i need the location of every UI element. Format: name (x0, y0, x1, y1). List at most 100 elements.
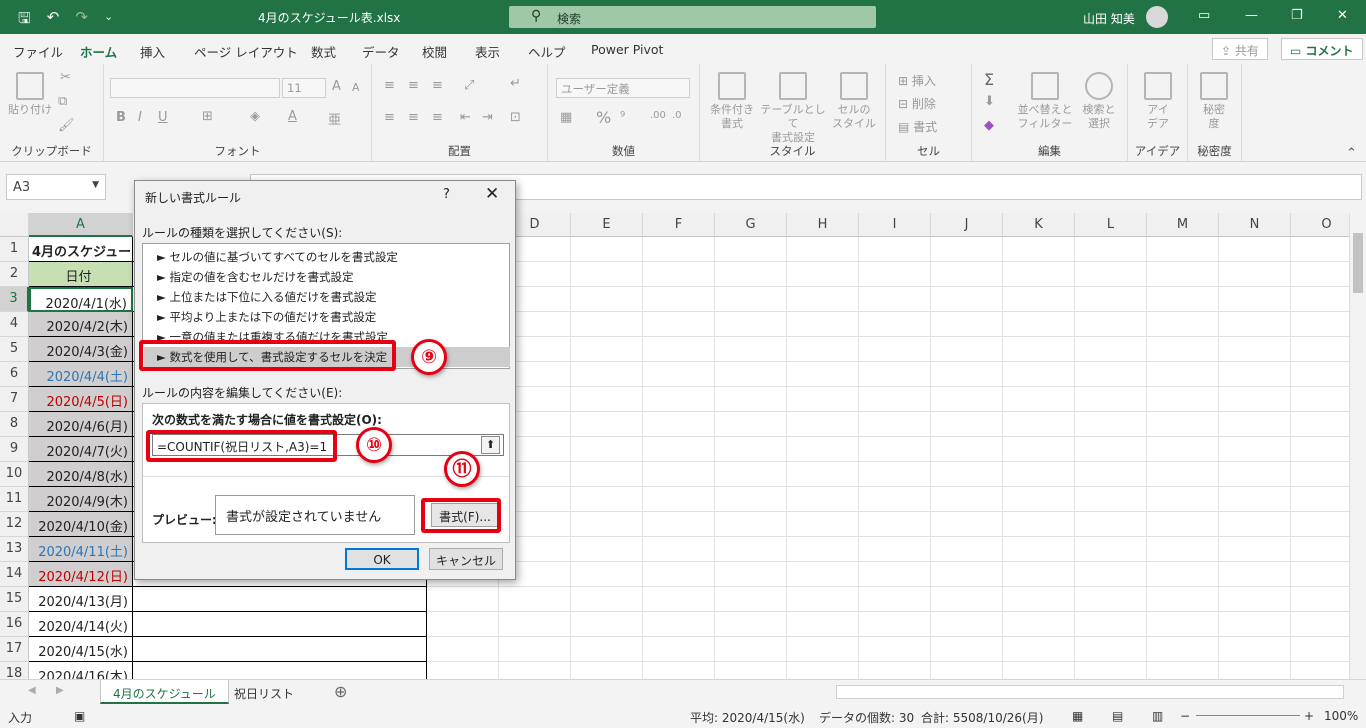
minimize-icon[interactable]: — (1245, 8, 1258, 23)
date-cell[interactable]: 2020/4/14(火) (29, 612, 133, 637)
user-name[interactable]: 山田 知美 (1083, 10, 1135, 27)
paste-button[interactable]: 貼り付け (8, 72, 52, 117)
comma-style-icon[interactable]: ⁹ (620, 110, 625, 125)
search-box[interactable]: ⚲ 検索 (509, 6, 876, 28)
row-header[interactable]: 6 (0, 362, 29, 387)
tab-home[interactable]: ホーム (80, 42, 118, 68)
column-header[interactable]: L (1075, 213, 1147, 237)
sensitivity-button[interactable]: 秘密 度 (1194, 72, 1234, 131)
column-header[interactable]: E (571, 213, 643, 237)
date-cell[interactable]: 2020/4/1(水) (29, 287, 133, 312)
row-header[interactable]: 11 (0, 487, 29, 512)
date-cell[interactable]: 2020/4/9(木) (29, 487, 133, 512)
orientation-icon[interactable]: ⤢ (464, 78, 474, 93)
collapse-ribbon-icon[interactable]: ⌃ (1346, 146, 1357, 161)
column-header[interactable]: K (1003, 213, 1075, 237)
column-header[interactable]: I (859, 213, 931, 237)
zoom-level[interactable]: 100% (1324, 709, 1358, 723)
row-header[interactable]: 14 (0, 562, 29, 587)
share-button[interactable]: ⇪ 共有 (1212, 38, 1268, 60)
date-cell[interactable]: 2020/4/12(日) (29, 562, 133, 587)
number-format-dropdown[interactable]: ユーザー定義 (556, 78, 690, 98)
font-color-icon[interactable]: A (288, 109, 297, 124)
font-name-dropdown[interactable] (110, 78, 280, 98)
comment-button[interactable]: ▭ コメント (1281, 38, 1363, 60)
date-cell[interactable]: 2020/4/4(土) (29, 362, 133, 387)
decrease-font-icon[interactable]: A (352, 81, 360, 94)
increase-indent-icon[interactable]: ⇥ (482, 110, 493, 125)
column-header[interactable]: N (1219, 213, 1291, 237)
rule-type-item[interactable]: ► 平均より上または下の値だけを書式設定 (150, 307, 510, 327)
accounting-format-icon[interactable]: ▦ (560, 110, 572, 125)
find-select-button[interactable]: 検索と 選択 (1076, 72, 1122, 131)
zoom-slider[interactable] (1196, 715, 1300, 716)
row-header[interactable]: 3 (0, 287, 29, 312)
align-right-icon[interactable]: ≡ (432, 110, 443, 125)
phonetic-icon[interactable]: 亜 (328, 109, 341, 128)
row-header[interactable]: 9 (0, 437, 29, 462)
merge-center-icon[interactable]: ⊡ (510, 110, 521, 125)
cancel-button[interactable]: キャンセル (429, 548, 503, 570)
sort-filter-button[interactable]: 並べ替えと フィルター (1016, 72, 1074, 131)
row-header[interactable]: 2 (0, 262, 29, 287)
fill-icon[interactable]: ⬇ (984, 94, 995, 109)
row-header[interactable]: 1 (0, 237, 29, 262)
format-as-table-button[interactable]: テーブルとして 書式設定 (758, 72, 828, 145)
insert-cells-button[interactable]: ⊞ 挿入 (898, 72, 936, 89)
rule-type-item[interactable]: ► セルの値に基づいてすべてのセルを書式設定 (150, 247, 510, 267)
date-cell[interactable]: 2020/4/13(月) (29, 587, 133, 612)
rule-type-item[interactable]: ► 指定の値を含むセルだけを書式設定 (150, 267, 510, 287)
align-bottom-icon[interactable]: ≡ (432, 78, 443, 93)
copy-icon[interactable]: ⧉ (58, 94, 67, 109)
page-break-view-icon[interactable]: ▥ (1152, 709, 1163, 723)
italic-icon[interactable]: I (138, 110, 142, 125)
window-title[interactable]: 4月のスケジュール表.xlsx (258, 9, 400, 26)
date-cell[interactable]: 2020/4/15(水) (29, 637, 133, 662)
date-cell[interactable]: 2020/4/10(金) (29, 512, 133, 537)
add-sheet-icon[interactable]: ⊕ (334, 682, 347, 701)
conditional-formatting-button[interactable]: 条件付き 書式 (704, 72, 760, 131)
tab-insert[interactable]: 挿入 (140, 42, 165, 61)
row-header[interactable]: 16 (0, 612, 29, 637)
avatar[interactable] (1146, 6, 1168, 28)
decrease-indent-icon[interactable]: ⇤ (460, 110, 471, 125)
percent-style-icon[interactable]: % (596, 108, 611, 127)
column-header[interactable]: O (1291, 213, 1349, 237)
normal-view-icon[interactable]: ▦ (1072, 709, 1083, 723)
increase-font-icon[interactable]: A (332, 79, 341, 94)
tab-data[interactable]: データ (362, 42, 400, 61)
borders-icon[interactable]: ⊞ (202, 109, 213, 124)
ok-button[interactable]: OK (345, 548, 419, 570)
tab-file[interactable]: ファイル (13, 42, 63, 61)
row-header[interactable]: 12 (0, 512, 29, 537)
decrease-decimal-icon[interactable]: .0 (672, 110, 682, 121)
align-left-icon[interactable]: ≡ (384, 110, 395, 125)
schedule-cell[interactable] (133, 587, 427, 612)
tab-page-layout[interactable]: ページ レイアウト (194, 42, 298, 61)
underline-icon[interactable]: U (158, 110, 168, 125)
delete-cells-button[interactable]: ⊟ 削除 (898, 95, 936, 112)
date-cell[interactable]: 2020/4/3(金) (29, 337, 133, 362)
column-header[interactable]: H (787, 213, 859, 237)
horizontal-scrollbar[interactable] (836, 685, 1344, 699)
customize-qat-icon[interactable]: ⌄ (104, 8, 113, 33)
help-icon[interactable]: ? (443, 187, 450, 202)
wrap-text-icon[interactable]: ↵ (510, 76, 521, 91)
clear-icon[interactable]: ◆ (984, 118, 994, 133)
date-cell[interactable]: 2020/4/5(日) (29, 387, 133, 412)
tab-formulas[interactable]: 数式 (311, 42, 336, 61)
sheet-tab-schedule[interactable]: 4月のスケジュール (100, 680, 229, 704)
align-center-icon[interactable]: ≡ (408, 110, 419, 125)
schedule-cell[interactable] (133, 612, 427, 637)
date-cell[interactable]: 2020/4/7(火) (29, 437, 133, 462)
date-cell[interactable]: 2020/4/11(土) (29, 537, 133, 562)
tab-review[interactable]: 校閲 (422, 42, 447, 61)
save-icon[interactable]: 🖫 (18, 8, 31, 33)
format-cells-button[interactable]: ▤ 書式 (898, 118, 937, 135)
sheet-tab-holidays[interactable]: 祝日リスト (222, 680, 306, 704)
collapse-dialog-icon[interactable]: ⬆ (481, 436, 500, 454)
ideas-button[interactable]: アイ デア (1138, 72, 1178, 131)
row-header[interactable]: 17 (0, 637, 29, 662)
row-header[interactable]: 4 (0, 312, 29, 337)
column-header[interactable]: M (1147, 213, 1219, 237)
